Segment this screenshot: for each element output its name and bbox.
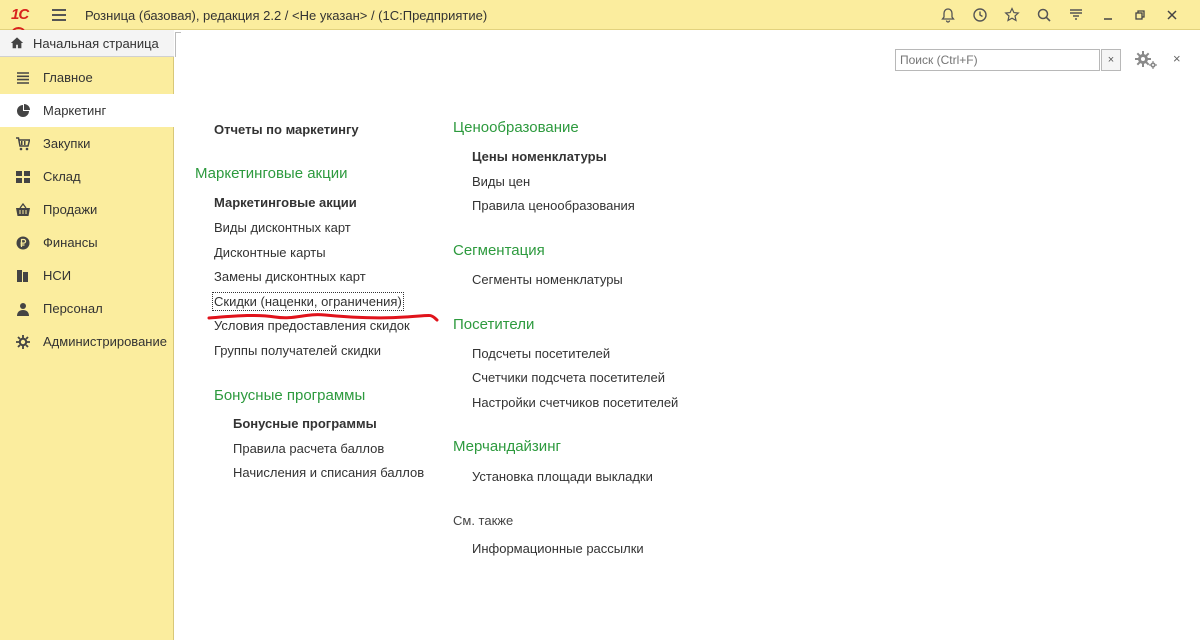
list-icon <box>15 70 31 86</box>
link-marketing-actions[interactable]: Маркетинговые акции <box>214 195 357 210</box>
home-tab[interactable]: Начальная страница <box>0 30 174 57</box>
main-menu-icon[interactable] <box>52 9 66 21</box>
link-display-area[interactable]: Установка площади выкладки <box>472 469 653 484</box>
link-discounts[interactable]: Скидки (наценки, ограничения) <box>212 292 404 311</box>
see-also-label: См. также <box>453 513 514 528</box>
section-title-pricing: Ценообразование <box>453 119 579 136</box>
section-nav: Главное Маркетинг Закупки Склад Продажи … <box>0 61 174 358</box>
search-input[interactable] <box>895 49 1100 71</box>
minimize-icon[interactable] <box>1092 5 1124 25</box>
section-title-marketing: Маркетинговые акции <box>195 165 348 182</box>
warehouse-icon <box>15 169 31 185</box>
link-price-types[interactable]: Виды цен <box>472 174 530 189</box>
link-marketing-reports[interactable]: Отчеты по маркетингу <box>214 122 359 137</box>
cart-icon <box>15 136 31 152</box>
link-bonus-accruals[interactable]: Начисления и списания баллов <box>233 465 424 480</box>
books-icon <box>15 268 31 284</box>
bell-icon[interactable] <box>932 5 964 25</box>
link-bonus-programs[interactable]: Бонусные программы <box>233 416 377 431</box>
sidebar-item-label: Маркетинг <box>43 103 107 118</box>
link-discount-recipient-groups[interactable]: Группы получателей скидки <box>214 343 381 358</box>
sidebar-item-label: Продажи <box>43 202 98 217</box>
home-tab-label: Начальная страница <box>33 35 159 51</box>
search-clear-button[interactable]: × <box>1101 49 1121 71</box>
sidebar-item-label: Главное <box>43 70 93 85</box>
sidebar-item-label: Финансы <box>43 235 98 250</box>
close-window-icon[interactable] <box>1156 5 1188 25</box>
link-item-segments[interactable]: Сегменты номенклатуры <box>472 272 623 287</box>
open-tab-edge[interactable] <box>175 32 181 57</box>
link-discount-card-replacements[interactable]: Замены дисконтных карт <box>214 269 366 284</box>
section-title-segmentation: Сегментация <box>453 242 545 259</box>
sidebar-item-purchases[interactable]: Закупки <box>0 127 174 160</box>
sidebar-item-label: Закупки <box>43 136 91 151</box>
link-bonus-calc-rules[interactable]: Правила расчета баллов <box>233 441 384 456</box>
link-item-prices[interactable]: Цены номенклатуры <box>472 149 607 164</box>
sidebar-item-personnel[interactable]: Персонал <box>0 292 174 325</box>
section-title-visitors: Посетители <box>453 316 535 333</box>
section-panel: × × Отчеты по маркетингу Маркетинговые а… <box>175 30 1200 640</box>
basket-icon <box>15 202 31 218</box>
link-discount-cards[interactable]: Дисконтные карты <box>214 245 326 260</box>
sidebar-item-marketing[interactable]: Маркетинг <box>0 94 174 127</box>
restore-icon[interactable] <box>1124 5 1156 25</box>
panel-close-button[interactable]: × <box>1173 51 1181 66</box>
sidebar: Начальная страница Главное Маркетинг Зак… <box>0 30 174 640</box>
sidebar-item-finance[interactable]: Финансы <box>0 226 174 259</box>
pie-chart-icon <box>15 103 31 119</box>
sidebar-item-label: Персонал <box>43 301 103 316</box>
link-discount-card-types[interactable]: Виды дисконтных карт <box>214 220 351 235</box>
link-pricing-rules[interactable]: Правила ценообразования <box>472 198 635 213</box>
settings-lines-icon[interactable] <box>1060 5 1092 25</box>
sidebar-item-main[interactable]: Главное <box>0 61 174 94</box>
search-icon[interactable] <box>1028 5 1060 25</box>
link-info-mailings[interactable]: Информационные рассылки <box>472 541 644 556</box>
title-bar: 1С Розница (базовая), редакция 2.2 / <Не… <box>0 0 1200 36</box>
section-title-bonus: Бонусные программы <box>214 387 366 404</box>
sidebar-item-label: Склад <box>43 169 81 184</box>
star-icon[interactable] <box>996 5 1028 25</box>
home-icon <box>10 37 24 49</box>
person-icon <box>15 301 31 317</box>
link-visitor-counts[interactable]: Подсчеты посетителей <box>472 346 610 361</box>
sidebar-item-administration[interactable]: Администрирование <box>0 325 174 358</box>
section-title-merchandising: Мерчандайзинг <box>453 438 561 455</box>
link-visitor-counters[interactable]: Счетчики подсчета посетителей <box>472 370 665 385</box>
history-icon[interactable] <box>964 5 996 25</box>
sidebar-item-label: НСИ <box>43 268 72 283</box>
link-visitor-counter-settings[interactable]: Настройки счетчиков посетителей <box>472 395 678 410</box>
sidebar-item-nsi[interactable]: НСИ <box>0 259 174 292</box>
sidebar-item-sales[interactable]: Продажи <box>0 193 174 226</box>
app-logo: 1С <box>11 6 41 36</box>
ruble-icon <box>15 235 31 251</box>
gear-icon <box>15 334 31 350</box>
panel-settings-icon[interactable] <box>1133 49 1159 71</box>
link-discount-conditions[interactable]: Условия предоставления скидок <box>214 318 410 333</box>
sidebar-item-warehouse[interactable]: Склад <box>0 160 174 193</box>
sidebar-item-label: Администрирование <box>43 334 167 349</box>
window-title: Розница (базовая), редакция 2.2 / <Не ук… <box>85 8 488 23</box>
